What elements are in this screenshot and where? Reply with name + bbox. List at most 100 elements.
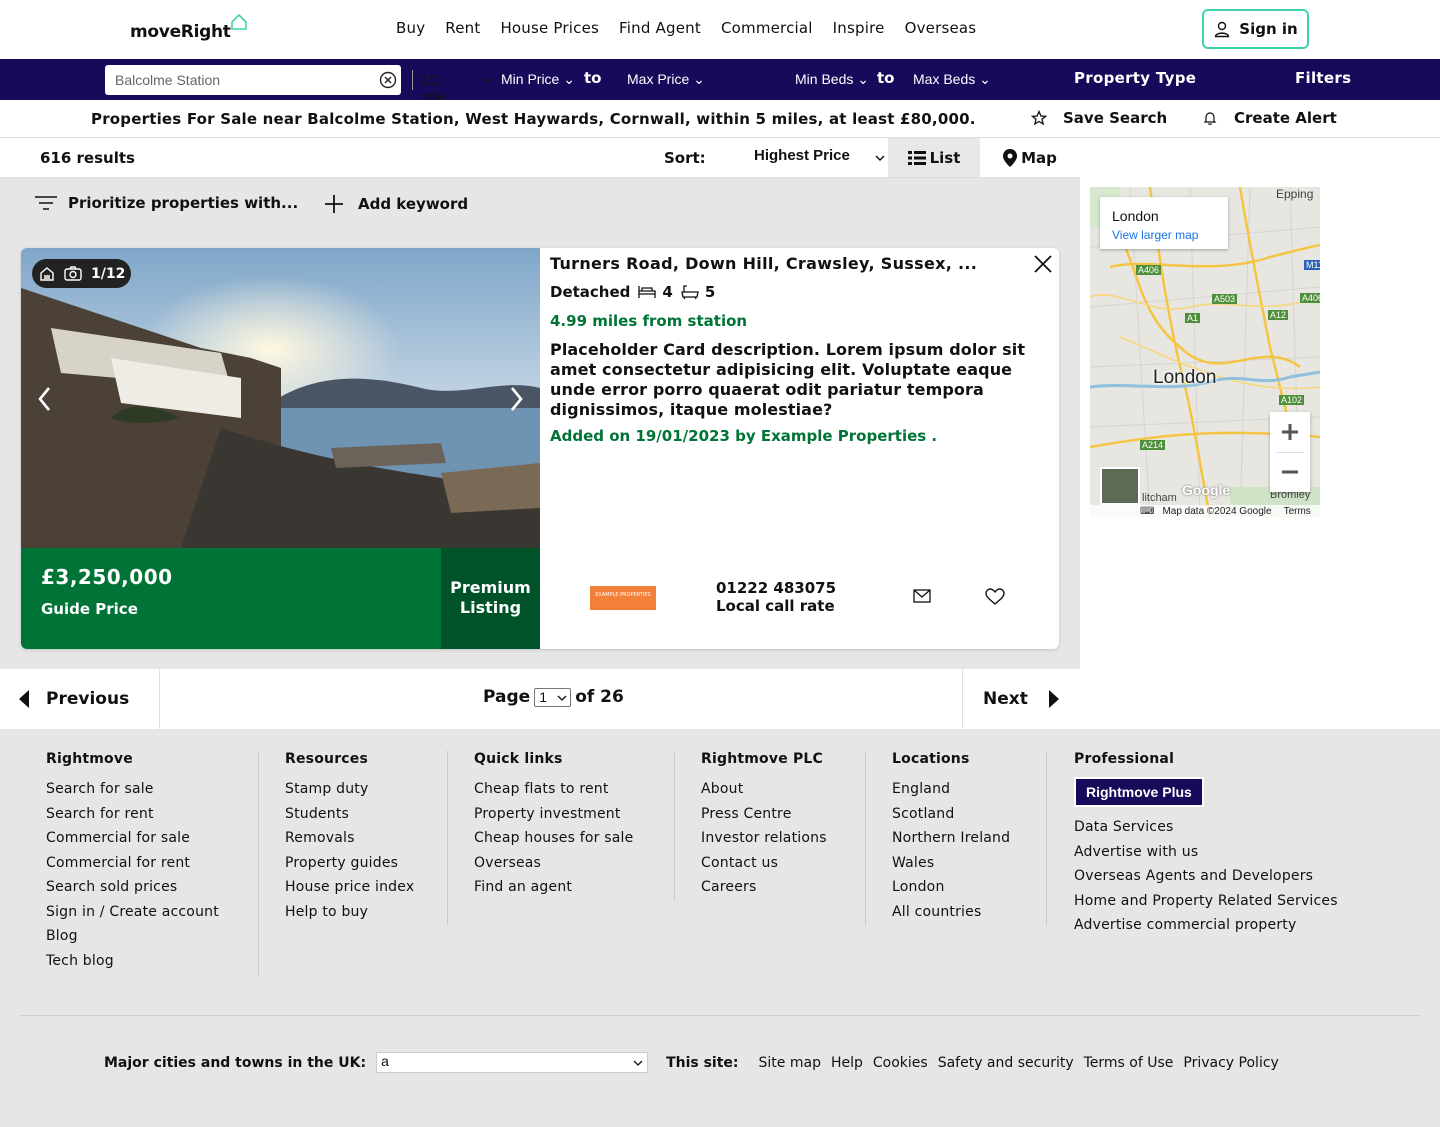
nav-inspire[interactable]: Inspire <box>833 19 885 37</box>
footer-link[interactable]: About <box>701 777 827 802</box>
footer-link[interactable]: Cheap houses for sale <box>474 826 633 851</box>
location-input[interactable]: Balcolme Station <box>115 72 220 88</box>
property-card[interactable]: 1/12 £3,250,000 Guide Price Premium List… <box>21 248 1059 649</box>
footer-link[interactable]: Commercial for rent <box>46 851 219 876</box>
footer-link[interactable]: Overseas <box>474 851 633 876</box>
footer-link[interactable]: Data Services <box>1074 815 1338 840</box>
footer-link[interactable]: Commercial for sale <box>46 826 219 851</box>
footer-link[interactable]: Press Centre <box>701 802 827 827</box>
footer-link[interactable]: Contact us <box>701 851 827 876</box>
footer-link[interactable]: Sign in / Create account <box>46 900 219 925</box>
add-keyword-button[interactable]: Add keyword <box>324 194 468 214</box>
footer-link[interactable]: Wales <box>892 851 1010 876</box>
footer-link[interactable]: Careers <box>701 875 827 900</box>
next-page-button[interactable]: Next <box>962 669 1080 729</box>
footer-link[interactable]: Advertise commercial property <box>1074 913 1338 938</box>
nav-house-prices[interactable]: House Prices <box>500 19 599 37</box>
footer-link[interactable]: House price index <box>285 875 414 900</box>
footer-link[interactable]: Cheap flats to rent <box>474 777 633 802</box>
zoom-in-icon[interactable] <box>1280 422 1300 442</box>
sign-in-button[interactable]: Sign in <box>1202 9 1309 49</box>
max-beds-select[interactable]: Max Beds ⌄ <box>913 71 991 88</box>
property-address[interactable]: Turners Road, Down Hill, Crawsley, Susse… <box>550 254 1000 273</box>
footer-link[interactable]: London <box>892 875 1010 900</box>
footer-link[interactable]: Students <box>285 802 414 827</box>
footer-link[interactable]: Help to buy <box>285 900 414 925</box>
footer-site-link[interactable]: Privacy Policy <box>1183 1055 1278 1071</box>
footer-site-link[interactable]: Help <box>831 1055 863 1071</box>
heart-icon[interactable] <box>985 588 1005 606</box>
footer-link[interactable]: Advertise with us <box>1074 840 1338 865</box>
satellite-toggle[interactable] <box>1100 467 1140 505</box>
nav-buy[interactable]: Buy <box>396 19 425 37</box>
footer-link[interactable]: Tech blog <box>46 949 219 974</box>
agent-logo[interactable]: EXAMPLE PROPERTIES <box>590 586 656 610</box>
create-alert-button[interactable]: Create Alert <box>1202 109 1337 127</box>
keyboard-icon[interactable]: ⌨ <box>1140 506 1154 517</box>
location-map[interactable]: A406 A503 A1 A12 M11 A406 A102 A214 Eppi… <box>1090 187 1320 517</box>
footer-link[interactable]: Property investment <box>474 802 633 827</box>
property-type-button[interactable]: Property Type <box>1074 69 1196 87</box>
rightmove-plus-button[interactable]: Rightmove Plus <box>1074 777 1204 807</box>
footer-link[interactable]: Scotland <box>892 802 1010 827</box>
road-label: A12 <box>1268 310 1289 320</box>
footer-link[interactable]: Search for rent <box>46 802 219 827</box>
zoom-out-icon[interactable] <box>1280 462 1300 482</box>
map-view-button[interactable]: Map <box>980 138 1080 177</box>
nav-rent[interactable]: Rent <box>445 19 480 37</box>
nav-overseas[interactable]: Overseas <box>905 19 977 37</box>
prioritize-button[interactable]: Prioritize properties with... <box>34 194 298 212</box>
map-terms-link[interactable]: Terms <box>1284 506 1311 517</box>
footer-site-link[interactable]: Site map <box>759 1055 821 1071</box>
sort-label: Sort: <box>664 149 706 167</box>
save-search-button[interactable]: Save Search <box>1031 109 1167 127</box>
footer-link[interactable]: Overseas Agents and Developers <box>1074 864 1338 889</box>
footer-link[interactable]: Removals <box>285 826 414 851</box>
footer-column-quick-links: Quick links Cheap flats to rent Property… <box>474 751 633 900</box>
nav-find-agent[interactable]: Find Agent <box>619 19 701 37</box>
footer-link[interactable]: Search sold prices <box>46 875 219 900</box>
nav-commercial[interactable]: Commercial <box>721 19 813 37</box>
page-select[interactable]: 1 <box>534 687 572 707</box>
sort-select[interactable]: Highest Price <box>745 147 888 171</box>
footer-link[interactable]: Northern Ireland <box>892 826 1010 851</box>
previous-page-button[interactable]: Previous <box>0 669 160 729</box>
footer-link[interactable]: All countries <box>892 900 1010 925</box>
site-logo[interactable]: moveRight <box>130 10 249 42</box>
property-photo[interactable]: 1/12 <box>21 248 540 548</box>
footer-divider <box>1046 751 1047 925</box>
cities-select[interactable]: a <box>376 1052 649 1073</box>
max-price-select[interactable]: Max Price ⌄ <box>627 71 705 88</box>
list-view-button[interactable]: List <box>888 138 980 177</box>
chevron-left-icon[interactable] <box>37 386 53 412</box>
chevron-down-icon <box>633 1060 643 1066</box>
close-icon[interactable] <box>1033 254 1053 274</box>
footer-site-link[interactable]: Cookies <box>873 1055 928 1071</box>
footer-site-link[interactable]: Safety and security <box>938 1055 1074 1071</box>
min-price-select[interactable]: Min Price ⌄ <box>501 71 575 88</box>
footer-link[interactable]: Home and Property Related Services <box>1074 889 1338 914</box>
mail-icon[interactable] <box>913 589 931 603</box>
filters-button[interactable]: Filters <box>1295 69 1351 87</box>
footer-link[interactable]: Property guides <box>285 851 414 876</box>
footer-link[interactable]: Investor relations <box>701 826 827 851</box>
clear-icon[interactable] <box>379 71 397 89</box>
map-info-card: London View larger map <box>1100 197 1228 249</box>
view-larger-map-link[interactable]: View larger map <box>1112 228 1198 242</box>
footer-column-locations: Locations England Scotland Northern Irel… <box>892 751 1010 924</box>
map-pin-icon <box>1003 148 1018 167</box>
image-counter: 1/12 <box>91 265 126 282</box>
footer-site-link[interactable]: Terms of Use <box>1084 1055 1174 1071</box>
results-count: 616 results <box>40 149 135 167</box>
search-bar: Balcolme Station 1/2 mile Min Price ⌄ to… <box>0 59 1440 104</box>
max-price-label: Max Price <box>627 71 690 87</box>
chevron-right-icon[interactable] <box>508 386 524 412</box>
footer-link[interactable]: Find an agent <box>474 875 633 900</box>
footer-link[interactable]: Stamp duty <box>285 777 414 802</box>
footer-link[interactable]: England <box>892 777 1010 802</box>
footer-link[interactable]: Blog <box>46 924 219 949</box>
min-beds-select[interactable]: Min Beds ⌄ <box>795 71 869 88</box>
chevron-down-icon <box>483 77 493 84</box>
footer-link[interactable]: Search for sale <box>46 777 219 802</box>
agent-contact[interactable]: 01222 483075 Local call rate <box>716 579 836 615</box>
